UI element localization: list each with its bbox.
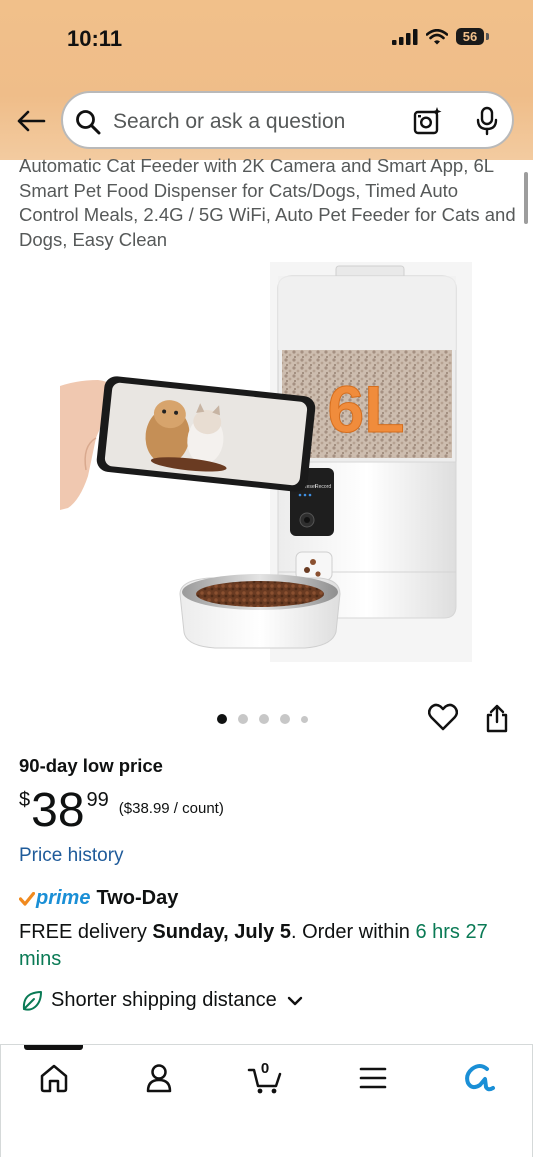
nav-menu[interactable] (355, 1060, 391, 1096)
product-image-graphic: Feed Reset Record (60, 262, 472, 662)
share-button[interactable] (484, 704, 510, 739)
app-header: 10:11 56 Search or ask a question (0, 0, 533, 160)
chevron-down-icon (287, 996, 302, 1005)
camera-search-icon[interactable] (413, 106, 443, 136)
price-currency: $ (19, 789, 31, 811)
carousel-dot-3[interactable] (259, 714, 269, 724)
price-block: $ 38 99 ($38.99 / count) (19, 783, 224, 839)
delivery-speed: Two-Day (96, 887, 179, 909)
cart-count: 0 (260, 1060, 270, 1077)
delivery-info: FREE delivery Sunday, July 5. Order with… (19, 919, 519, 973)
wishlist-button[interactable] (427, 703, 459, 736)
battery-tip (486, 33, 489, 40)
shipping-distance-toggle[interactable]: Shorter shipping distance (21, 989, 303, 1012)
low-price-label: 90-day low price (19, 755, 163, 776)
nav-home[interactable] (36, 1060, 72, 1096)
product-image[interactable]: Feed Reset Record (60, 262, 472, 662)
price-history-link[interactable]: Price history (19, 845, 124, 867)
search-input[interactable]: Search or ask a question (113, 110, 345, 134)
prime-badge: prime Two-Day (19, 887, 178, 910)
price-fraction: 99 (86, 789, 109, 811)
share-icon (486, 704, 508, 733)
back-button[interactable] (14, 104, 48, 138)
capacity-label: 6L (327, 372, 404, 446)
menu-icon (359, 1067, 387, 1089)
nav-active-indicator (24, 1045, 83, 1050)
status-icons: 56 (392, 28, 489, 45)
product-title[interactable]: Automatic Cat Feeder with 2K Camera and … (19, 154, 519, 252)
carousel-dots[interactable] (217, 714, 308, 724)
battery-level: 56 (456, 28, 484, 45)
search-icon (76, 110, 101, 135)
delivery-prefix: FREE delivery (19, 921, 153, 943)
back-arrow-icon (17, 110, 46, 132)
signal-icon (392, 28, 418, 45)
prime-label: prime (36, 887, 91, 909)
nav-divider-left (0, 1045, 1, 1157)
leaf-icon (22, 990, 42, 1011)
delivery-date: Sunday, July 5 (152, 921, 291, 943)
heart-icon (427, 703, 459, 731)
shipping-distance-label: Shorter shipping distance (51, 989, 277, 1011)
delivery-order-within: . Order within (290, 921, 416, 943)
prime-check-icon (19, 891, 35, 906)
nav-cart[interactable]: 0 (247, 1060, 283, 1096)
ai-assistant-icon (465, 1064, 495, 1092)
scrollbar[interactable] (524, 172, 528, 224)
svg-text:Record: Record (315, 484, 331, 490)
carousel-dot-1[interactable] (217, 714, 227, 724)
home-icon (40, 1064, 68, 1093)
nav-ai-assistant[interactable] (461, 1060, 497, 1096)
carousel-dot-4[interactable] (280, 714, 290, 724)
carousel-dot-5[interactable] (301, 715, 308, 723)
nav-account[interactable] (141, 1060, 177, 1096)
price-whole: 38 (31, 784, 85, 837)
status-time: 10:11 (67, 26, 123, 51)
carousel-dot-2[interactable] (238, 714, 248, 724)
wifi-icon (426, 28, 448, 44)
user-icon (146, 1064, 172, 1093)
unit-price: ($38.99 / count) (118, 800, 224, 817)
microphone-icon[interactable] (475, 106, 499, 136)
search-bar[interactable]: Search or ask a question (61, 91, 514, 149)
